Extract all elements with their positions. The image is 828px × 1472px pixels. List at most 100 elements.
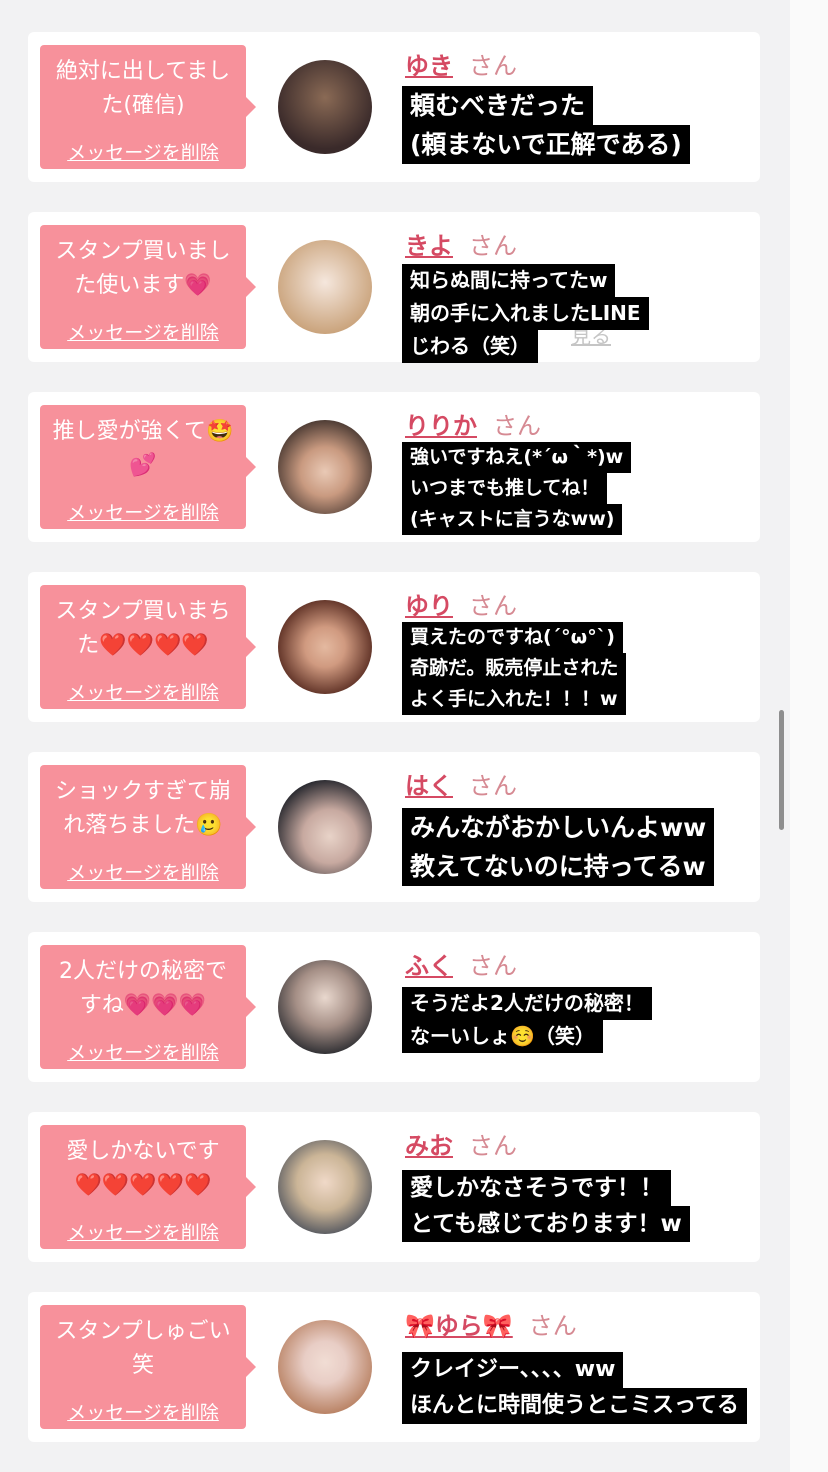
caption-line: (頼まないで正解である): [402, 125, 690, 164]
delete-message-link[interactable]: メッセージを削除: [40, 138, 246, 165]
caption-line: とても感じております！w: [402, 1206, 690, 1242]
message-card: 2人だけの秘密で すね💗💗💗 メッセージを削除 ふく さん そうだよ2人だけの秘密…: [28, 932, 760, 1082]
sender-name-link[interactable]: りりか: [405, 412, 477, 440]
message-line: ❤️❤️❤️❤️❤️: [74, 1173, 212, 1198]
avatar[interactable]: [278, 1140, 372, 1234]
honorific: さん: [469, 952, 517, 980]
message-card: ショックすぎて崩 れ落ちました🥲 メッセージを削除 はく さん みんながおかしいん…: [28, 752, 760, 902]
caption-line: 強いですねえ(*´ω｀*)w: [402, 442, 632, 473]
message-line: スタンプしゅごい: [55, 1319, 231, 1344]
caption-overlay: 買えたのですね(´°ω°`) 奇跡だ。販売停止された よく手に入れた！！！w: [402, 622, 627, 715]
message-line: 愛しかないです: [66, 1139, 220, 1164]
caption-overlay: みんながおかしいんよww 教えてないのに持ってるw: [402, 808, 715, 886]
message-line: 絶対に出してまし: [55, 59, 231, 84]
message-line: 2人だけの秘密で: [59, 959, 227, 984]
honorific: さん: [469, 232, 517, 260]
caption-line: なーいしょ☺️（笑）: [402, 1020, 603, 1053]
message-text: 愛しかないです ❤️❤️❤️❤️❤️: [48, 1135, 238, 1203]
delete-message-link[interactable]: メッセージを削除: [40, 678, 246, 705]
message-line: スタンプ買いまし: [55, 239, 231, 264]
caption-line: じわる（笑）: [402, 330, 538, 363]
message-line: ショックすぎて崩: [54, 779, 231, 804]
caption-overlay: 強いですねえ(*´ω｀*)w いつまでも推してね！ (キャストに言うなww): [402, 442, 632, 535]
sender-name-link[interactable]: ゆり: [405, 592, 453, 620]
sender-name-row: みお さん: [405, 1126, 517, 1161]
message-bubble: スタンプ買いまち た❤️❤️❤️❤️ メッセージを削除: [40, 585, 256, 709]
message-text: 絶対に出してまし た(確信): [48, 55, 238, 123]
sender-name-row: ゆり さん: [405, 586, 517, 621]
delete-message-link[interactable]: メッセージを削除: [40, 318, 246, 345]
message-card: 推し愛が強くて🤩 💕 メッセージを削除 りりか さん 強いですねえ(*´ω｀*)w…: [28, 392, 760, 542]
message-bubble: 絶対に出してまし た(確信) メッセージを削除: [40, 45, 256, 169]
sender-name-row: りりか さん: [405, 406, 541, 441]
honorific: さん: [528, 1312, 577, 1340]
honorific: さん: [469, 592, 517, 620]
message-card: スタンプしゅごい 笑 メッセージを削除 🎀ゆら🎀 さん クレイジー、、、、ww ほ…: [28, 1292, 760, 1442]
message-line: 推し愛が強くて🤩: [52, 419, 234, 444]
avatar[interactable]: [278, 420, 372, 514]
delete-message-link[interactable]: メッセージを削除: [40, 858, 246, 885]
message-text: スタンプ買いまち た❤️❤️❤️❤️: [48, 595, 238, 663]
honorific: さん: [493, 412, 541, 440]
message-bubble: 2人だけの秘密で すね💗💗💗 メッセージを削除: [40, 945, 256, 1069]
message-line: スタンプ買いまち: [55, 599, 231, 624]
caption-line: 教えてないのに持ってるw: [402, 847, 714, 886]
avatar[interactable]: [278, 240, 372, 334]
avatar[interactable]: [278, 780, 372, 874]
caption-line: 奇跡だ。販売停止された: [402, 653, 627, 684]
message-line: すね💗💗💗: [79, 993, 207, 1018]
sender-name-link[interactable]: みお: [405, 1132, 453, 1160]
honorific: さん: [469, 1132, 517, 1160]
sender-name-link[interactable]: はく: [405, 772, 453, 800]
caption-line: 愛しかなさそうです！！: [402, 1170, 671, 1206]
scroll-track: [790, 0, 828, 1472]
message-line: 💕: [129, 453, 157, 478]
caption-line: みんながおかしいんよww: [402, 808, 715, 847]
delete-message-link[interactable]: メッセージを削除: [40, 1398, 246, 1425]
message-bubble: スタンプしゅごい 笑 メッセージを削除: [40, 1305, 256, 1429]
scrollbar-thumb[interactable]: [779, 710, 784, 830]
caption-overlay: クレイジー、、、、ww ほんとに時間使うとこミスってる: [402, 1352, 747, 1424]
message-line: 笑: [131, 1353, 154, 1378]
caption-line: (キャストに言うなww): [402, 504, 623, 535]
message-bubble: 愛しかないです ❤️❤️❤️❤️❤️ メッセージを削除: [40, 1125, 256, 1249]
caption-line: 頼むべきだった: [402, 86, 594, 125]
caption-line: クレイジー、、、、ww: [402, 1352, 624, 1388]
delete-message-link[interactable]: メッセージを削除: [40, 1038, 246, 1065]
sender-name-row: 🎀ゆら🎀 さん: [405, 1306, 577, 1341]
message-line: れ落ちました🥲: [63, 813, 223, 838]
caption-overlay: 知らぬ間に持ってたw 朝の手に入れましたLINE じわる（笑）: [402, 264, 649, 363]
avatar[interactable]: [278, 60, 372, 154]
avatar[interactable]: [278, 960, 372, 1054]
sender-name-row: ゆき さん: [405, 46, 517, 81]
caption-overlay: 愛しかなさそうです！！ とても感じております！w: [402, 1170, 690, 1242]
sender-name-link[interactable]: ふく: [405, 952, 453, 980]
caption-line: いつまでも推してね！: [402, 473, 608, 504]
message-line: た❤️❤️❤️❤️: [77, 633, 209, 658]
message-bubble: 推し愛が強くて🤩 💕 メッセージを削除: [40, 405, 256, 529]
caption-line: 買えたのですね(´°ω°`): [402, 622, 623, 653]
avatar[interactable]: [278, 600, 372, 694]
message-card: スタンプ買いまし た使います💗 メッセージを削除 きよ さん 見る 知らぬ間に持っ…: [28, 212, 760, 363]
caption-line: そうだよ2人だけの秘密！: [402, 987, 652, 1020]
message-bubble: ショックすぎて崩 れ落ちました🥲 メッセージを削除: [40, 765, 256, 889]
sender-name-row: はく さん: [405, 766, 517, 801]
caption-line: ほんとに時間使うとこミスってる: [402, 1388, 747, 1424]
delete-message-link[interactable]: メッセージを削除: [40, 1218, 246, 1245]
message-text: スタンプ買いまし た使います💗: [48, 235, 238, 303]
message-card: スタンプ買いまち た❤️❤️❤️❤️ メッセージを削除 ゆり さん 買えたのですね…: [28, 572, 760, 722]
caption-line: よく手に入れた！！！w: [402, 684, 626, 715]
sender-name-row: ふく さん: [405, 946, 517, 981]
delete-message-link[interactable]: メッセージを削除: [40, 498, 246, 525]
honorific: さん: [469, 52, 517, 80]
message-card: 愛しかないです ❤️❤️❤️❤️❤️ メッセージを削除 みお さん 愛しかなさそう…: [28, 1112, 760, 1262]
sender-name-link[interactable]: ゆき: [405, 52, 453, 80]
sender-name-link[interactable]: きよ: [405, 232, 453, 260]
message-line: た使います💗: [74, 273, 212, 298]
message-bubble: スタンプ買いまし た使います💗 メッセージを削除: [40, 225, 256, 349]
sender-name-link[interactable]: 🎀ゆら🎀: [405, 1312, 513, 1340]
avatar[interactable]: [278, 1320, 372, 1414]
honorific: さん: [469, 772, 517, 800]
message-text: 推し愛が強くて🤩 💕: [48, 415, 238, 483]
message-text: ショックすぎて崩 れ落ちました🥲: [48, 775, 238, 843]
